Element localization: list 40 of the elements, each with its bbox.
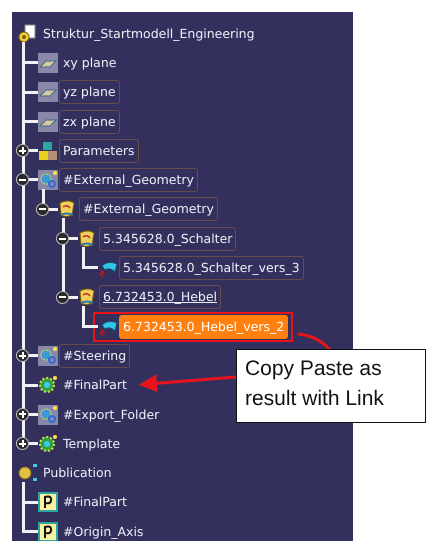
gear-icon bbox=[38, 375, 58, 396]
expand-toggle[interactable] bbox=[16, 437, 29, 450]
tree-item[interactable]: Struktur_Startmodell_Engineering bbox=[39, 22, 259, 46]
plane-icon bbox=[38, 112, 58, 132]
expand-toggle[interactable] bbox=[16, 408, 29, 421]
tree-item[interactable]: 5.345628.0_Schalter bbox=[99, 226, 236, 251]
tree-item[interactable]: zx plane bbox=[59, 110, 120, 134]
plane-icon bbox=[38, 52, 58, 73]
parameters-icon bbox=[38, 140, 58, 161]
expand-toggle[interactable] bbox=[16, 173, 29, 186]
connector-line bbox=[298, 332, 332, 352]
expand-toggle[interactable] bbox=[16, 144, 29, 158]
tree-item[interactable]: #External_Geometry bbox=[59, 168, 198, 192]
tree-item[interactable]: 6.732453.0_Hebel bbox=[99, 285, 222, 310]
tree-item[interactable]: #FinalPart bbox=[59, 490, 131, 514]
tree-item[interactable]: #Export_Folder bbox=[59, 402, 164, 427]
tree-item[interactable]: #FinalPart bbox=[59, 373, 131, 398]
publication-icon bbox=[18, 463, 38, 484]
tree-item[interactable]: 5.345628.0_Schalter_vers_3 bbox=[119, 256, 304, 280]
expand-toggle[interactable] bbox=[56, 232, 69, 246]
tree-item[interactable]: #Steering bbox=[59, 344, 130, 368]
part-gear-icon bbox=[18, 24, 38, 44]
gear-set-icon bbox=[38, 404, 58, 425]
tree-item[interactable]: xy plane bbox=[59, 50, 120, 75]
tree-item[interactable]: Parameters bbox=[59, 138, 139, 163]
gear-icon bbox=[38, 434, 58, 454]
callout-note: Copy Paste as result with Link bbox=[236, 349, 426, 423]
tree-item[interactable]: yz plane bbox=[59, 80, 120, 104]
tree-item[interactable]: #External_Geometry bbox=[79, 197, 218, 222]
publication-item-icon bbox=[38, 522, 58, 541]
gear-set-icon bbox=[38, 346, 58, 366]
tree-item[interactable]: #Origin_Axis bbox=[59, 520, 148, 541]
gear-set-icon bbox=[38, 170, 58, 190]
expand-toggle[interactable] bbox=[16, 349, 29, 362]
publication-item-icon bbox=[38, 492, 58, 512]
expand-toggle[interactable] bbox=[56, 290, 69, 304]
expand-toggle[interactable] bbox=[36, 202, 49, 216]
tree-item[interactable]: Template bbox=[59, 432, 124, 456]
plane-icon bbox=[38, 82, 58, 102]
tree-item[interactable]: Publication bbox=[39, 461, 116, 486]
